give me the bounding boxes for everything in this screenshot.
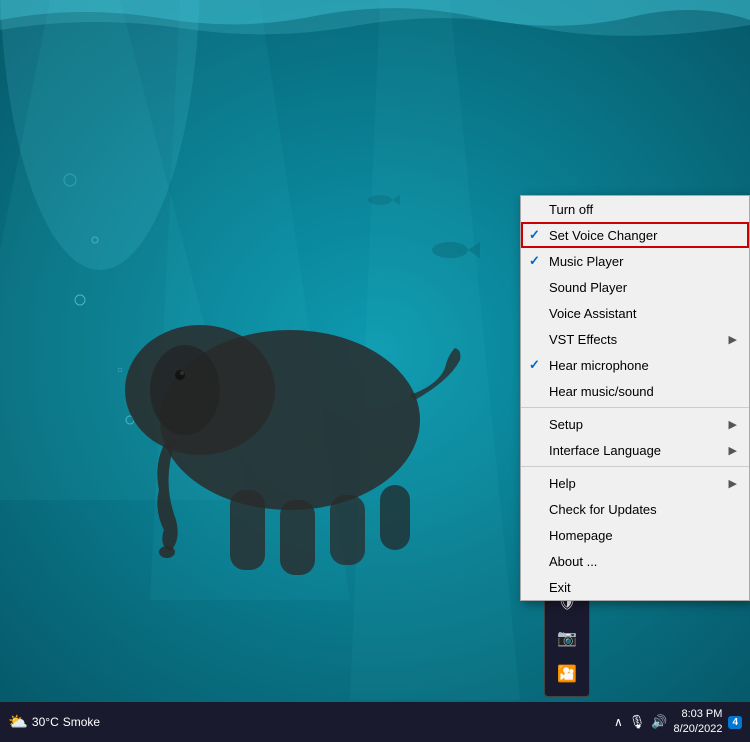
- menu-item-check-for-updates[interactable]: Check for Updates: [521, 496, 749, 522]
- weather-icon: ⛅: [8, 712, 28, 732]
- temperature-label: 30°C: [32, 715, 59, 729]
- menu-label-hear-microphone: Hear microphone: [549, 358, 649, 373]
- menu-label-setup: Setup: [549, 417, 583, 432]
- menu-item-help[interactable]: Help ▶: [521, 470, 749, 496]
- context-menu: Turn off ✓ Set Voice Changer ✓ Music Player S…: [520, 195, 750, 601]
- menu-item-voice-assistant[interactable]: Voice Assistant: [521, 300, 749, 326]
- menu-label-vst-effects: VST Effects: [549, 332, 617, 347]
- taskbar-weather: ⛅ 30°C Smoke: [0, 712, 108, 732]
- submenu-arrow-interface-language: ▶: [729, 444, 737, 457]
- submenu-arrow-help: ▶: [729, 477, 737, 490]
- taskbar: ⛅ 30°C Smoke ∧ 🎙 🔊 8:03 PM 8/20/2022 4: [0, 702, 750, 742]
- menu-label-about: About ...: [549, 554, 597, 569]
- notification-badge[interactable]: 4: [728, 716, 742, 729]
- menu-label-music-player: Music Player: [549, 254, 623, 269]
- menu-separator: [521, 466, 749, 467]
- menu-item-about[interactable]: About ...: [521, 548, 749, 574]
- menu-label-check-for-updates: Check for Updates: [549, 502, 657, 517]
- menu-item-setup[interactable]: Setup ▶: [521, 411, 749, 437]
- menu-item-interface-language[interactable]: Interface Language ▶: [521, 437, 749, 463]
- clock-time: 8:03 PM: [681, 707, 722, 722]
- tray-icons: 🎙 🔊: [629, 714, 668, 730]
- menu-separator: [521, 407, 749, 408]
- menu-label-homepage: Homepage: [549, 528, 613, 543]
- menu-item-homepage[interactable]: Homepage: [521, 522, 749, 548]
- menu-label-help: Help: [549, 476, 576, 491]
- menu-item-vst-effects[interactable]: VST Effects ▶: [521, 326, 749, 352]
- menu-item-sound-player[interactable]: Sound Player: [521, 274, 749, 300]
- taskbar-time[interactable]: 8:03 PM 8/20/2022: [674, 707, 723, 738]
- show-hidden-icons-button[interactable]: ∧: [614, 715, 623, 729]
- menu-item-set-voice-changer[interactable]: ✓ Set Voice Changer: [521, 222, 749, 248]
- menu-label-sound-player: Sound Player: [549, 280, 627, 295]
- menu-item-exit[interactable]: Exit: [521, 574, 749, 600]
- menu-label-exit: Exit: [549, 580, 571, 595]
- submenu-arrow-vst-effects: ▶: [729, 333, 737, 346]
- menu-label-interface-language: Interface Language: [549, 443, 661, 458]
- menu-item-hear-microphone[interactable]: ✓ Hear microphone: [521, 352, 749, 378]
- check-icon-set-voice-changer: ✓: [529, 227, 540, 243]
- menu-item-turn-off[interactable]: Turn off: [521, 196, 749, 222]
- taskbar-right: ∧ 🎙 🔊 8:03 PM 8/20/2022 4: [614, 707, 750, 738]
- clock-date: 8/20/2022: [674, 722, 723, 737]
- menu-label-voice-assistant: Voice Assistant: [549, 306, 636, 321]
- tray-camera-icon[interactable]: 📷: [551, 622, 583, 654]
- menu-label-set-voice-changer: Set Voice Changer: [549, 228, 657, 243]
- check-icon-hear-microphone: ✓: [529, 357, 540, 373]
- weather-condition-label: Smoke: [63, 715, 100, 729]
- check-icon-music-player: ✓: [529, 253, 540, 269]
- microphone-icon[interactable]: 🎙: [629, 714, 646, 730]
- menu-item-hear-music-sound[interactable]: Hear music/sound: [521, 378, 749, 404]
- volume-icon[interactable]: 🔊: [651, 714, 667, 730]
- submenu-arrow-setup: ▶: [729, 418, 737, 431]
- menu-label-hear-music-sound: Hear music/sound: [549, 384, 654, 399]
- menu-item-music-player[interactable]: ✓ Music Player: [521, 248, 749, 274]
- tray-video-icon[interactable]: 🎦: [551, 658, 583, 690]
- menu-label-turn-off: Turn off: [549, 202, 593, 217]
